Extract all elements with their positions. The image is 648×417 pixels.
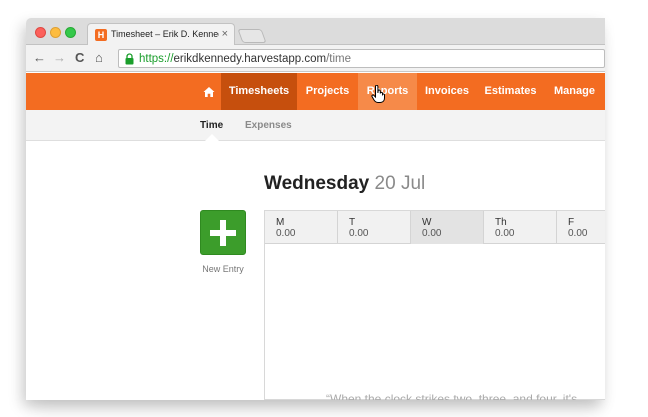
lock-icon — [125, 53, 134, 65]
day-name: Wednesday — [264, 173, 370, 194]
zoom-window-button[interactable] — [65, 27, 76, 38]
harvest-favicon-icon: H — [95, 29, 107, 41]
day-hours: 0.00 — [276, 228, 296, 239]
browser-window: H Timesheet – Erik D. Kenned × ← → C ⌂ h… — [26, 18, 605, 400]
nav-estimates[interactable]: Estimates — [477, 73, 544, 110]
app-navigation: Timesheets Projects Reports Invoices Est… — [26, 73, 605, 110]
day-tab-tuesday[interactable]: T 0.00 — [338, 211, 411, 244]
nav-invoices[interactable]: Invoices — [417, 73, 477, 110]
day-tab-wednesday[interactable]: W 0.00 — [411, 211, 484, 244]
back-button[interactable]: ← — [33, 50, 46, 66]
reload-button[interactable]: C — [75, 50, 84, 66]
forward-button[interactable]: → — [53, 50, 66, 66]
day-letter: F — [568, 217, 575, 228]
empty-state-quote: “When the clock strikes two, three, and … — [326, 392, 578, 400]
day-letter: Th — [495, 217, 507, 228]
tab-close-icon[interactable]: × — [222, 28, 228, 40]
day-tab-thursday[interactable]: Th 0.00 — [484, 211, 557, 244]
nav-projects[interactable]: Projects — [297, 73, 358, 110]
home-button[interactable]: ⌂ — [95, 50, 103, 66]
address-bar[interactable]: https://erikdkennedy.harvestapp.com/time — [118, 49, 605, 68]
url-text: https://erikdkennedy.harvestapp.com/time — [139, 53, 352, 65]
plus-icon — [210, 220, 236, 246]
nav-home[interactable] — [196, 73, 221, 110]
week-timesheet: M 0.00 T 0.00 W 0.00 Th 0.00 F 0.00 — [264, 210, 605, 400]
house-icon — [203, 87, 214, 97]
page-title: Wednesday 20 Jul — [264, 173, 425, 195]
tab-title: Timesheet – Erik D. Kenned — [111, 29, 219, 39]
day-hours: 0.00 — [495, 228, 515, 239]
day-tab-friday[interactable]: F 0.00 — [557, 211, 605, 244]
day-hours: 0.00 — [349, 228, 369, 239]
day-hours: 0.00 — [422, 228, 442, 239]
active-indicator-caret — [205, 134, 219, 141]
nav-timesheets[interactable]: Timesheets — [221, 73, 297, 110]
browser-tab[interactable]: H Timesheet – Erik D. Kenned × — [87, 23, 235, 46]
new-entry-label: New Entry — [202, 264, 244, 274]
day-date: 20 Jul — [374, 173, 426, 194]
day-letter: W — [422, 217, 432, 228]
new-entry-button[interactable] — [200, 210, 246, 255]
nav-reports[interactable]: Reports — [358, 73, 417, 110]
minimize-window-button[interactable] — [50, 27, 61, 38]
tab-strip: H Timesheet – Erik D. Kenned × — [26, 18, 605, 46]
sub-navigation: Time Expenses — [26, 110, 605, 141]
hand-pointer-cursor-icon — [371, 85, 385, 103]
day-letter: T — [349, 217, 356, 228]
day-letter: M — [276, 217, 285, 228]
day-tab-monday[interactable]: M 0.00 — [265, 211, 338, 244]
new-tab-button[interactable] — [237, 29, 267, 43]
subnav-expenses[interactable]: Expenses — [245, 110, 292, 141]
week-day-tabs: M 0.00 T 0.00 W 0.00 Th 0.00 F 0.00 — [265, 211, 605, 244]
browser-toolbar: ← → C ⌂ https://erikdkennedy.harvestapp.… — [26, 45, 605, 72]
close-window-button[interactable] — [35, 27, 46, 38]
nav-manage[interactable]: Manage — [544, 73, 605, 110]
day-hours: 0.00 — [568, 228, 588, 239]
